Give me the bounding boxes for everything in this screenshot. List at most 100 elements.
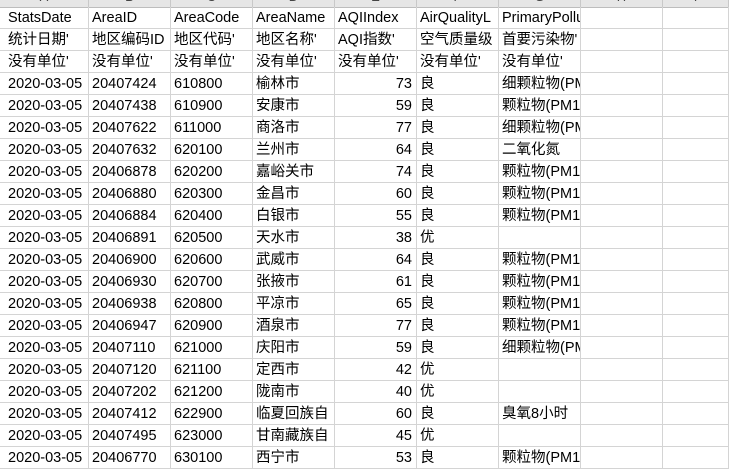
cell-G1[interactable]: PrimaryPollutant [499, 7, 581, 29]
cell-H16[interactable] [581, 337, 663, 359]
cell-A21[interactable]: 2020-03-05 [0, 447, 89, 469]
cell-D17[interactable]: 定西市 [253, 359, 335, 381]
cell-B14[interactable]: 20406938 [89, 293, 171, 315]
cell-C11[interactable]: 620500 [171, 227, 253, 249]
cell-H11[interactable] [581, 227, 663, 249]
cell-F6[interactable]: 良 [417, 117, 499, 139]
cell-G21[interactable]: 颗粒物(PM10) [499, 447, 581, 469]
cell-A18[interactable]: 2020-03-05 [0, 381, 89, 403]
cell-E6[interactable]: 77 [335, 117, 417, 139]
cell-A2[interactable]: 统计日期' [0, 29, 89, 51]
cell-C15[interactable]: 620900 [171, 315, 253, 337]
cell-H15[interactable] [581, 315, 663, 337]
cell-F11[interactable]: 优 [417, 227, 499, 249]
cell-G5[interactable]: 颗粒物(PM10) [499, 95, 581, 117]
cell-A15[interactable]: 2020-03-05 [0, 315, 89, 337]
cell-D20[interactable]: 甘南藏族自 [253, 425, 335, 447]
cell-G17[interactable] [499, 359, 581, 381]
cell-E13[interactable]: 61 [335, 271, 417, 293]
cell-F14[interactable]: 良 [417, 293, 499, 315]
cell-A10[interactable]: 2020-03-05 [0, 205, 89, 227]
cell-C17[interactable]: 621100 [171, 359, 253, 381]
cell-B12[interactable]: 20406900 [89, 249, 171, 271]
cell-A3[interactable]: 没有单位' [0, 51, 89, 73]
cell-G2[interactable]: 首要污染物' [499, 29, 581, 51]
cell-D9[interactable]: 金昌市 [253, 183, 335, 205]
cell-B1[interactable]: AreaID [89, 7, 171, 29]
cell-I13[interactable] [663, 271, 729, 293]
cell-F12[interactable]: 良 [417, 249, 499, 271]
cell-A16[interactable]: 2020-03-05 [0, 337, 89, 359]
cell-I5[interactable] [663, 95, 729, 117]
column-header-G[interactable]: G [499, 0, 581, 7]
cell-E19[interactable]: 60 [335, 403, 417, 425]
cell-G10[interactable]: 颗粒物(PM10) [499, 205, 581, 227]
cell-E8[interactable]: 74 [335, 161, 417, 183]
cell-B18[interactable]: 20407202 [89, 381, 171, 403]
cell-D21[interactable]: 西宁市 [253, 447, 335, 469]
cell-C2[interactable]: 地区代码' [171, 29, 253, 51]
cell-H8[interactable] [581, 161, 663, 183]
cell-B3[interactable]: 没有单位' [89, 51, 171, 73]
cell-E5[interactable]: 59 [335, 95, 417, 117]
cell-E15[interactable]: 77 [335, 315, 417, 337]
column-header-B[interactable]: B [89, 0, 171, 7]
cell-I16[interactable] [663, 337, 729, 359]
cell-D12[interactable]: 武威市 [253, 249, 335, 271]
cell-G18[interactable] [499, 381, 581, 403]
cell-A20[interactable]: 2020-03-05 [0, 425, 89, 447]
cell-F5[interactable]: 良 [417, 95, 499, 117]
cell-D19[interactable]: 临夏回族自 [253, 403, 335, 425]
cell-G4[interactable]: 细颗粒物(PM2.5) [499, 73, 581, 95]
cell-G15[interactable]: 颗粒物(PM10) [499, 315, 581, 337]
cell-E12[interactable]: 64 [335, 249, 417, 271]
cell-D8[interactable]: 嘉峪关市 [253, 161, 335, 183]
cell-G3[interactable]: 没有单位' [499, 51, 581, 73]
cell-F17[interactable]: 优 [417, 359, 499, 381]
cell-C10[interactable]: 620400 [171, 205, 253, 227]
column-header-H[interactable]: H [581, 0, 663, 7]
cell-A14[interactable]: 2020-03-05 [0, 293, 89, 315]
cell-F19[interactable]: 良 [417, 403, 499, 425]
cell-F15[interactable]: 良 [417, 315, 499, 337]
cell-I12[interactable] [663, 249, 729, 271]
cell-D4[interactable]: 榆林市 [253, 73, 335, 95]
cell-H19[interactable] [581, 403, 663, 425]
cell-B8[interactable]: 20406878 [89, 161, 171, 183]
cell-F16[interactable]: 良 [417, 337, 499, 359]
cell-I7[interactable] [663, 139, 729, 161]
cell-F7[interactable]: 良 [417, 139, 499, 161]
column-header-A[interactable]: A [0, 0, 89, 7]
cell-F1[interactable]: AirQualityL [417, 7, 499, 29]
cell-B21[interactable]: 20406770 [89, 447, 171, 469]
cell-H4[interactable] [581, 73, 663, 95]
cell-E18[interactable]: 40 [335, 381, 417, 403]
cell-E17[interactable]: 42 [335, 359, 417, 381]
cell-A12[interactable]: 2020-03-05 [0, 249, 89, 271]
cell-G14[interactable]: 颗粒物(PM10) [499, 293, 581, 315]
cell-A1[interactable]: StatsDate [0, 7, 89, 29]
cell-F2[interactable]: 空气质量级 [417, 29, 499, 51]
cell-I17[interactable] [663, 359, 729, 381]
cell-E16[interactable]: 59 [335, 337, 417, 359]
cell-D3[interactable]: 没有单位' [253, 51, 335, 73]
cell-C5[interactable]: 610900 [171, 95, 253, 117]
cell-E14[interactable]: 65 [335, 293, 417, 315]
cell-H13[interactable] [581, 271, 663, 293]
cell-E21[interactable]: 53 [335, 447, 417, 469]
cell-I20[interactable] [663, 425, 729, 447]
cell-A6[interactable]: 2020-03-05 [0, 117, 89, 139]
cell-H14[interactable] [581, 293, 663, 315]
cell-D1[interactable]: AreaName [253, 7, 335, 29]
cell-B19[interactable]: 20407412 [89, 403, 171, 425]
cell-I15[interactable] [663, 315, 729, 337]
column-header-E[interactable]: E [335, 0, 417, 7]
cell-C7[interactable]: 620100 [171, 139, 253, 161]
cell-C13[interactable]: 620700 [171, 271, 253, 293]
cell-B5[interactable]: 20407438 [89, 95, 171, 117]
cell-B13[interactable]: 20406930 [89, 271, 171, 293]
cell-G6[interactable]: 细颗粒物(PM2.5) [499, 117, 581, 139]
cell-I6[interactable] [663, 117, 729, 139]
cell-F18[interactable]: 优 [417, 381, 499, 403]
cell-H18[interactable] [581, 381, 663, 403]
